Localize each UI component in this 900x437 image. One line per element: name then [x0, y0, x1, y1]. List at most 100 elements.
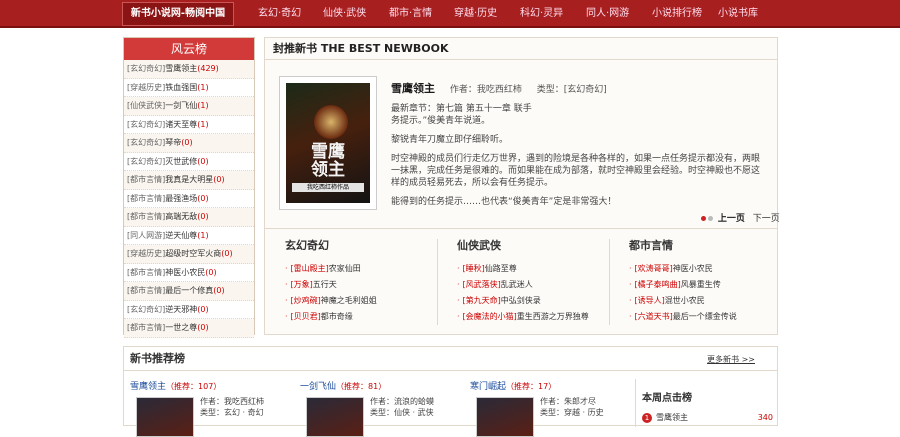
column-item-name[interactable]: 神魔之毛利姐姐 — [321, 296, 377, 305]
sidebar-rank-item[interactable]: [都市言情]高端无敌(0) — [124, 208, 254, 227]
column-item[interactable]: · [睡秋]仙路至尊 — [449, 261, 609, 277]
pager-dot-icon[interactable] — [708, 216, 713, 221]
rank-book-name[interactable]: 我真是大明星 — [165, 175, 213, 184]
sidebar-rank-item[interactable]: [玄幻奇幻]逆天邪神(0) — [124, 301, 254, 319]
weekly-rank-row[interactable]: 1 雪鹰领主 340 — [642, 412, 779, 424]
column-item-tag[interactable]: [万象] — [291, 280, 313, 289]
nav-item-dushi[interactable]: 都市·言情 — [389, 0, 432, 28]
column-item[interactable]: · [六道天书]最后一个缥金传说 — [621, 309, 781, 325]
recommend-title[interactable]: 寒门崛起 — [470, 382, 506, 392]
rank-category[interactable]: [都市言情] — [127, 268, 165, 277]
rank-category[interactable]: [都市言情] — [127, 175, 165, 184]
sidebar-rank-item[interactable]: [同人网游]逆天仙尊(1) — [124, 227, 254, 245]
sidebar-rank-item[interactable]: [仙侠武侠]一剑飞仙(1) — [124, 97, 254, 116]
column-item-tag[interactable]: [诱导人] — [635, 296, 665, 305]
column-item-name[interactable]: 农家仙田 — [329, 264, 361, 273]
rank-category[interactable]: [玄幻奇幻] — [127, 138, 165, 147]
column-item[interactable]: · [万象]五行天 — [277, 277, 437, 293]
recommend-title[interactable]: 一剑飞仙 — [300, 382, 336, 392]
column-item-tag[interactable]: [会魔法的小猫] — [463, 312, 517, 321]
recommend-cover[interactable] — [476, 397, 534, 437]
column-item[interactable]: · [风武落侠]乱武迷人 — [449, 277, 609, 293]
column-item-name[interactable]: 风暴重生传 — [681, 280, 721, 289]
weekly-book-name[interactable]: 雪鹰领主 — [656, 413, 688, 422]
column-title[interactable]: 都市言情 — [621, 237, 781, 253]
column-item[interactable]: · [橘子泰鸣曲]风暴重生传 — [621, 277, 781, 293]
column-item-tag[interactable]: [贝贝君] — [291, 312, 321, 321]
rank-category[interactable]: [玄幻奇幻] — [127, 120, 165, 129]
rank-book-name[interactable]: 超级时空军火商 — [165, 249, 221, 258]
rank-book-name[interactable]: 逆天邪神 — [165, 305, 197, 314]
column-item-name[interactable]: 混世小农民 — [665, 296, 705, 305]
column-item-name[interactable]: 仙路至尊 — [485, 264, 517, 273]
column-title[interactable]: 仙侠武侠 — [449, 237, 609, 253]
column-item-name[interactable]: 都市奇缘 — [321, 312, 353, 321]
recommend-card[interactable]: 雪鹰领主（推荐：107） 作者：我吃西红柿 类型：玄幻 · 奇幻 — [130, 379, 290, 437]
rank-category[interactable]: [玄幻奇幻] — [127, 305, 165, 314]
rank-category[interactable]: [穿越历史] — [127, 83, 165, 92]
column-item-name[interactable]: 重生西游之万界独尊 — [517, 312, 589, 321]
rank-book-name[interactable]: 最强渔场 — [165, 194, 197, 203]
column-item[interactable]: · [第九天命]中弘剑侠录 — [449, 293, 609, 309]
column-item-tag[interactable]: [欢涛哥哥] — [635, 264, 673, 273]
sidebar-rank-item[interactable]: [玄幻奇幻]诸天至尊(1) — [124, 116, 254, 134]
recommend-cover[interactable] — [136, 397, 194, 437]
rank-book-name[interactable]: 铁血强国 — [165, 83, 197, 92]
rank-category[interactable]: [同人网游] — [127, 231, 165, 240]
column-item-name[interactable]: 五行天 — [313, 280, 337, 289]
column-item-tag[interactable]: [橘子泰鸣曲] — [635, 280, 681, 289]
recommend-card[interactable]: 一剑飞仙（推荐：81） 作者：流浪的蛤蟆 类型：仙侠 · 武侠 — [300, 379, 460, 437]
column-item-name[interactable]: 神医小农民 — [673, 264, 713, 273]
sidebar-rank-item[interactable]: [穿越历史]超级时空军火商(0) — [124, 245, 254, 264]
column-item-tag[interactable]: [炒鸡碗] — [291, 296, 321, 305]
column-item-name[interactable]: 中弘剑侠录 — [501, 296, 541, 305]
nav-item-kehuan[interactable]: 科幻·灵异 — [520, 0, 563, 28]
column-title[interactable]: 玄幻奇幻 — [277, 237, 437, 253]
rank-category[interactable]: [都市言情] — [127, 286, 165, 295]
rank-book-name[interactable]: 逆天仙尊 — [165, 231, 197, 240]
sidebar-rank-item[interactable]: [都市言情]神医小农民(0) — [124, 264, 254, 282]
sidebar-rank-item[interactable]: [玄幻奇幻]灭世武修(0) — [124, 153, 254, 171]
book-title-link[interactable]: 雪鹰领主 — [391, 80, 435, 96]
rank-category[interactable]: [都市言情] — [127, 323, 165, 332]
site-logo[interactable]: 新书小说网-畅阅中国 — [122, 2, 234, 26]
rank-book-name[interactable]: 一世之尊 — [165, 323, 197, 332]
column-item-tag[interactable]: [雷山殿主] — [291, 264, 329, 273]
sidebar-rank-item[interactable]: [穿越历史]铁血强国(1) — [124, 79, 254, 97]
latest-chapter[interactable]: 最新章节：第七篇 第五十一章 联手 务提示。”俊美青年说道。 — [391, 103, 767, 127]
pager-dot-icon[interactable] — [701, 216, 706, 221]
column-item-name[interactable]: 最后一个缥金传说 — [673, 312, 737, 321]
sidebar-rank-item[interactable]: [都市言情]最强渔场(0) — [124, 190, 254, 208]
nav-item-chuanyue[interactable]: 穿越·历史 — [454, 0, 497, 28]
column-item[interactable]: · [贝贝君]都市奇缘 — [277, 309, 437, 325]
rank-book-name[interactable]: 诸天至尊 — [165, 120, 197, 129]
more-books-link[interactable]: 更多新书 >> — [707, 354, 755, 365]
sidebar-rank-item[interactable]: [都市言情]最后一个修真(0) — [124, 282, 254, 301]
nav-item-ranking[interactable]: 小说排行榜 — [652, 0, 702, 28]
rank-book-name[interactable]: 最后一个修真 — [165, 286, 213, 295]
rank-book-name[interactable]: 神医小农民 — [165, 268, 205, 277]
column-item[interactable]: · [会魔法的小猫]重生西游之万界独尊 — [449, 309, 609, 325]
rank-book-name[interactable]: 灭世武修 — [165, 157, 197, 166]
column-item-name[interactable]: 乱武迷人 — [501, 280, 533, 289]
nav-item-xianxia[interactable]: 仙侠·武侠 — [323, 0, 366, 28]
rank-category[interactable]: [仙侠武侠] — [127, 101, 165, 110]
nav-item-tongren[interactable]: 同人·网游 — [586, 0, 629, 28]
recommend-cover[interactable] — [306, 397, 364, 437]
recommend-title[interactable]: 雪鹰领主 — [130, 382, 166, 392]
rank-category[interactable]: [都市言情] — [127, 212, 165, 221]
rank-category[interactable]: [玄幻奇幻] — [127, 157, 165, 166]
sidebar-rank-item[interactable]: [玄幻奇幻]雪鹰领主(429) — [124, 60, 254, 79]
sidebar-rank-item[interactable]: [都市言情]我真是大明星(0) — [124, 171, 254, 190]
column-item-tag[interactable]: [睡秋] — [463, 264, 485, 273]
rank-category[interactable]: [玄幻奇幻] — [127, 64, 165, 73]
column-item[interactable]: · [诱导人]混世小农民 — [621, 293, 781, 309]
nav-item-xuanhuan[interactable]: 玄幻·奇幻 — [258, 0, 301, 28]
recommend-card[interactable]: 寒门崛起（推荐：17） 作者：朱郎才尽 类型：穿越 · 历史 — [470, 379, 630, 437]
rank-book-name[interactable]: 雪鹰领主 — [165, 64, 197, 73]
next-page-link[interactable]: 下一页 — [753, 214, 780, 224]
rank-book-name[interactable]: 一剑飞仙 — [165, 101, 197, 110]
column-item[interactable]: · [炒鸡碗]神魔之毛利姐姐 — [277, 293, 437, 309]
rank-category[interactable]: [穿越历史] — [127, 249, 165, 258]
column-item[interactable]: · [欢涛哥哥]神医小农民 — [621, 261, 781, 277]
